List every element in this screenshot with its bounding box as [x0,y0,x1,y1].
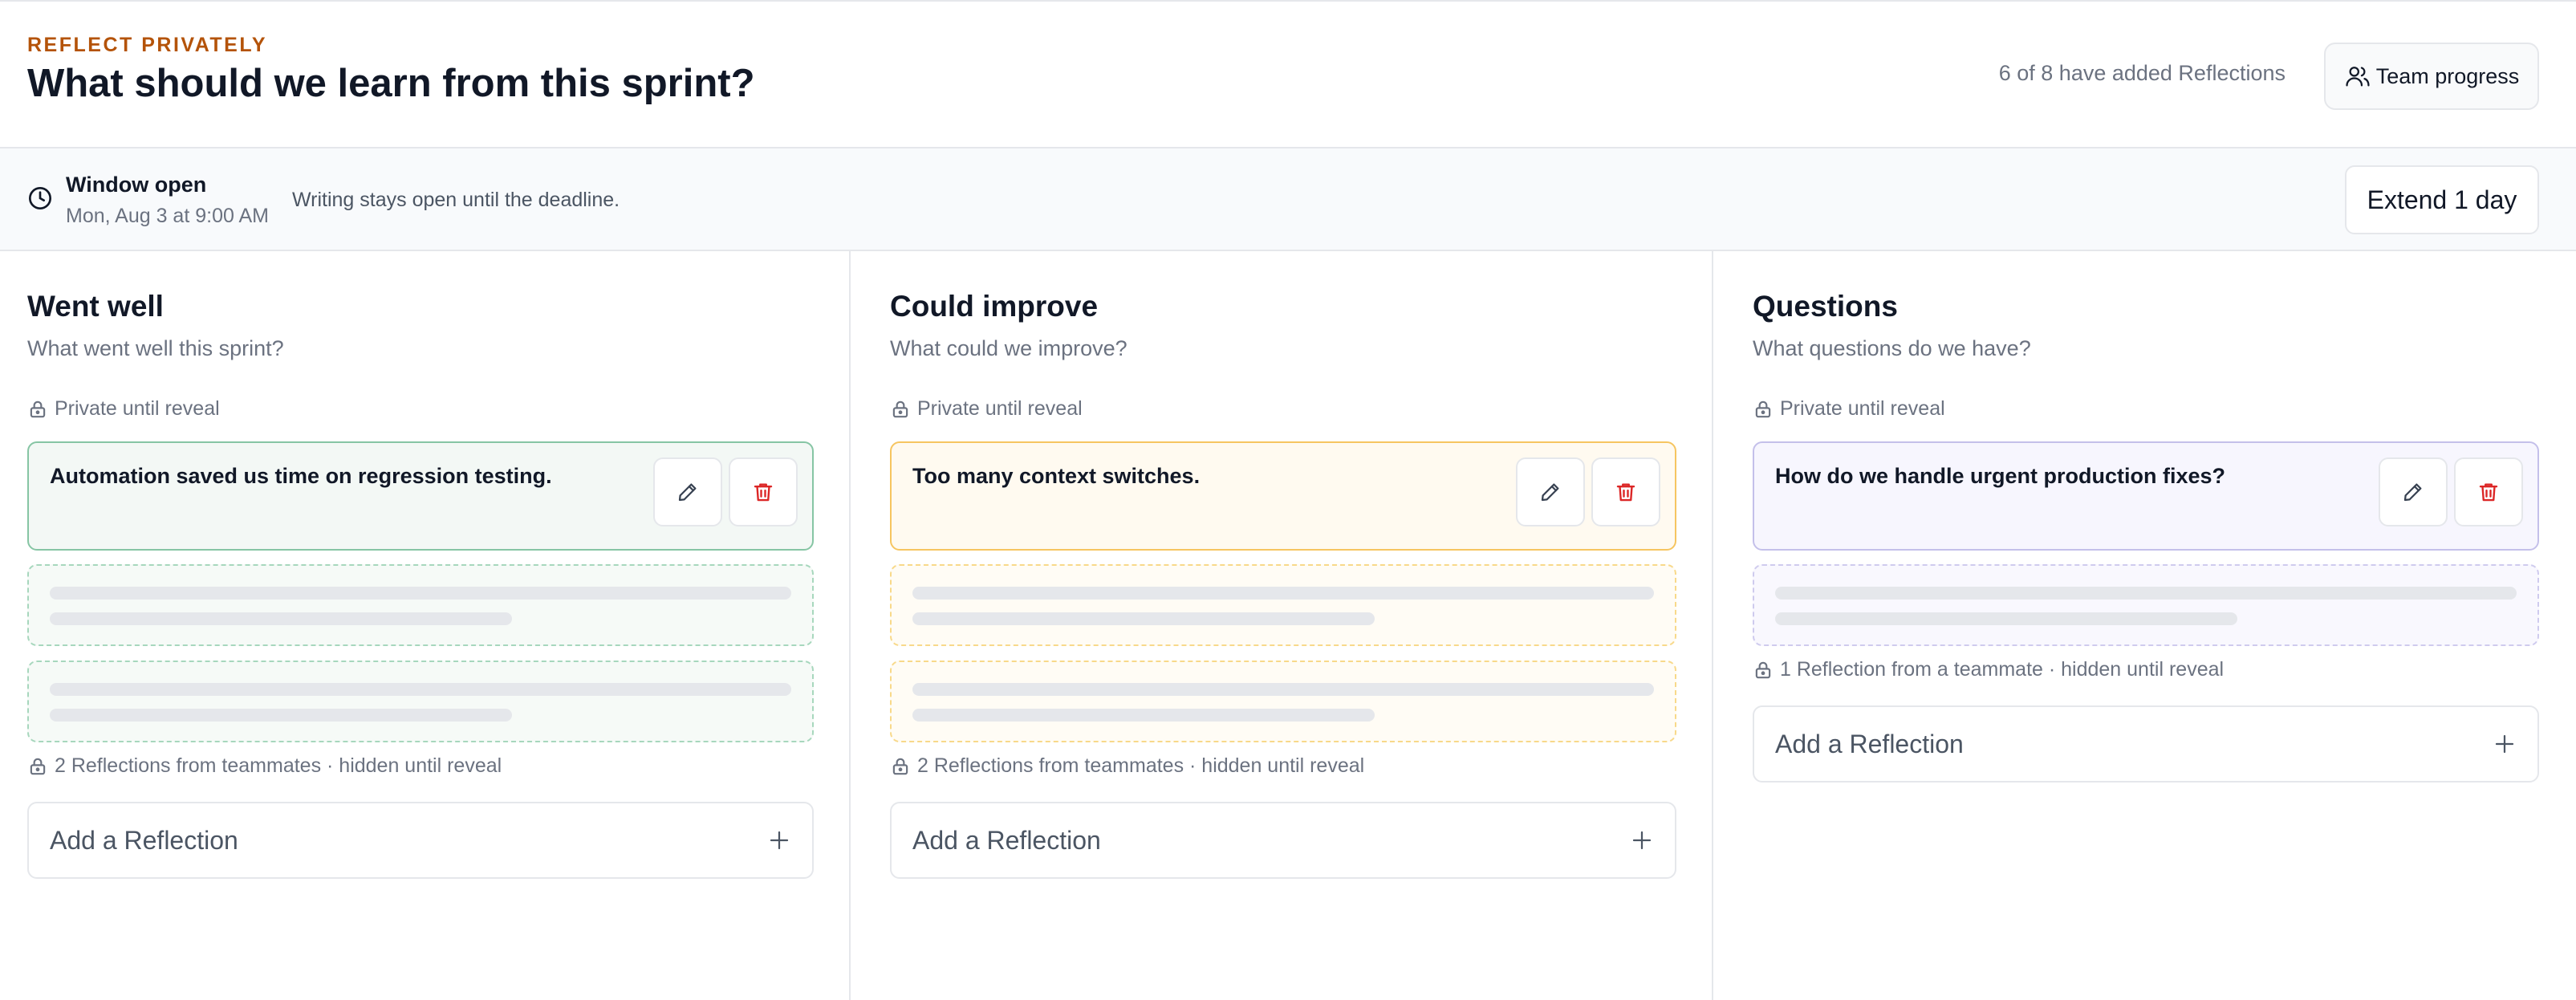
skeleton-line [50,587,791,600]
hidden-count-note: 2 Reflections from teammates · hidden un… [890,754,1364,778]
window-note: Writing stays open until the deadline. [292,189,620,211]
privacy-text: Private until reveal [917,397,1083,420]
column-subtitle: What could we improve? [890,336,1128,360]
column-subtitle: What went well this sprint? [27,336,284,360]
skeleton-line [912,683,1654,696]
status-bar: Window open Mon, Aug 3 at 9:00 AM Writin… [0,148,2576,251]
trash-icon [751,480,775,504]
hidden-count-note: 1 Reflection from a teammate · hidden un… [1753,658,2224,681]
plus-icon [1630,828,1654,852]
add-reflection-button[interactable]: Add a Reflection [1753,705,2539,783]
hidden-count-text: 2 Reflections from teammates · hidden un… [55,754,502,777]
lock-icon [890,756,911,777]
privacy-label: Private until reveal [890,397,1083,421]
edit-button[interactable] [653,457,722,526]
pencil-icon [1538,480,1562,504]
column-title: Went well [27,290,164,323]
column-subtitle: What questions do we have? [1753,336,2031,360]
lock-icon [27,399,48,420]
clock-icon [27,185,53,211]
add-reflection-button[interactable]: Add a Reflection [27,802,814,879]
reflection-card[interactable]: Automation saved us time on regression t… [27,441,814,551]
page-header: REFLECT PRIVATELY What should we learn f… [0,2,2576,148]
delete-button[interactable] [2454,457,2523,526]
eyebrow-label: REFLECT PRIVATELY [27,34,268,56]
reflection-card[interactable]: Too many context switches. [890,441,1676,551]
privacy-label: Private until reveal [27,397,220,421]
reflection-text: Automation saved us time on regression t… [50,464,552,488]
window-status: Window open [66,173,207,197]
trash-icon [2476,480,2501,504]
reflection-text: How do we handle urgent production fixes… [1775,464,2226,488]
hidden-reflection-placeholder [890,661,1676,742]
column-divider [849,251,851,1000]
team-progress-label: Team progress [2375,63,2520,88]
skeleton-line [912,612,1375,625]
page-title: What should we learn from this sprint? [27,62,755,105]
skeleton-line [912,709,1375,722]
lock-icon [890,399,911,420]
skeleton-line [912,587,1654,600]
skeleton-line [50,683,791,696]
column-title: Could improve [890,290,1099,323]
extend-deadline-button[interactable]: Extend 1 day [2345,165,2539,234]
lock-icon [1753,399,1774,420]
add-reflection-label: Add a Reflection [1775,729,1964,758]
hidden-count-text: 2 Reflections from teammates · hidden un… [917,754,1365,777]
column-divider [1712,251,1713,1000]
skeleton-line [1775,587,2517,600]
trash-icon [1614,480,1638,504]
column-title: Questions [1753,290,1898,323]
add-reflection-button[interactable]: Add a Reflection [890,802,1676,879]
privacy-text: Private until reveal [1780,397,1945,420]
privacy-label: Private until reveal [1753,397,1945,421]
hidden-count-text: 1 Reflection from a teammate · hidden un… [1780,658,2225,681]
reflection-text: Too many context switches. [912,464,1201,488]
users-icon [2344,63,2371,90]
window-date: Mon, Aug 3 at 9:00 AM [66,205,269,227]
delete-button[interactable] [1591,457,1660,526]
hidden-reflection-placeholder [890,564,1676,646]
edit-button[interactable] [2379,457,2448,526]
skeleton-line [50,709,512,722]
hidden-reflection-placeholder [27,564,814,646]
reflection-card[interactable]: How do we handle urgent production fixes… [1753,441,2539,551]
skeleton-line [50,612,512,625]
edit-button[interactable] [1516,457,1585,526]
hidden-reflection-placeholder [27,661,814,742]
privacy-text: Private until reveal [55,397,220,420]
plus-icon [2493,732,2517,756]
skeleton-line [1775,612,2237,625]
hidden-count-note: 2 Reflections from teammates · hidden un… [27,754,502,778]
add-reflection-label: Add a Reflection [912,825,1101,855]
pencil-icon [2401,480,2425,504]
pencil-icon [676,480,700,504]
hidden-reflection-placeholder [1753,564,2539,646]
team-progress-button[interactable]: Team progress [2324,43,2539,110]
submission-progress: 6 of 8 have added Reflections [1998,61,2285,85]
delete-button[interactable] [729,457,798,526]
lock-icon [27,756,48,777]
lock-icon [1753,660,1774,681]
add-reflection-label: Add a Reflection [50,825,238,855]
plus-icon [767,828,791,852]
